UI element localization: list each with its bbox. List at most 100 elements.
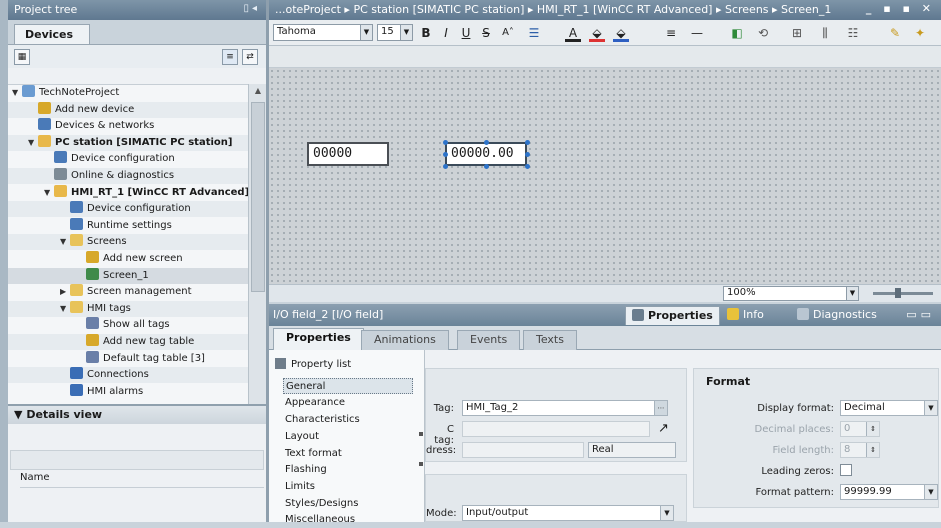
tab-devices[interactable]: Devices — [14, 24, 90, 44]
dropdown-arrow-icon[interactable]: ▼ — [660, 506, 673, 520]
font-size-select[interactable]: 15 ▼ — [377, 24, 413, 41]
line-style-icon[interactable]: — — [689, 24, 705, 42]
italic-icon[interactable]: I — [439, 24, 453, 42]
tree-item[interactable]: Runtime settings — [8, 217, 248, 234]
property-item-limits[interactable]: Limits — [283, 479, 413, 495]
line-color-icon[interactable]: ⬙ — [589, 24, 605, 42]
font-family-select[interactable]: Tahoma ▼ — [273, 24, 373, 41]
rotate-icon[interactable]: ⟲ — [755, 24, 771, 42]
editor-window-buttons[interactable]: _ ▪ ▪ ✕ — [866, 2, 935, 15]
expand-toggle-icon[interactable]: ▼ — [28, 135, 38, 151]
mode-select[interactable]: Input/output ▼ — [462, 505, 674, 521]
tree-item[interactable]: ▼ TechNoteProject — [8, 85, 248, 101]
resize-handle[interactable] — [525, 152, 530, 157]
scroll-up-icon[interactable]: ▲ — [252, 86, 264, 98]
tag-input[interactable]: HMI_Tag_2 ⋯ — [462, 400, 668, 416]
property-item-appearance[interactable]: Appearance — [283, 395, 413, 411]
format-painter-icon[interactable]: ✎ — [887, 24, 903, 42]
tree-item[interactable]: Add new screen — [8, 251, 248, 267]
tree-item[interactable]: ▼ Screens — [8, 234, 248, 251]
io-field-2[interactable]: 00000.00 — [445, 142, 527, 166]
tree-item[interactable]: ▼ HMI_RT_1 [WinCC RT Advanced] — [8, 184, 249, 201]
inspector-window-buttons[interactable]: ▭▭ — [906, 308, 935, 321]
collapse-arrow-icon[interactable] — [419, 432, 423, 436]
zoom-slider[interactable] — [873, 288, 933, 298]
display-format-select[interactable]: Decimal ▼ — [840, 400, 938, 416]
align-icon[interactable]: ☰ — [525, 24, 543, 42]
zoom-slider-knob[interactable] — [895, 288, 901, 298]
screen-editor-canvas[interactable]: 00000 00000.00 — [269, 68, 941, 284]
dropdown-arrow-icon[interactable]: ▼ — [924, 485, 937, 499]
expand-toggle-icon[interactable]: ▼ — [12, 85, 22, 101]
tab-properties[interactable]: Properties — [273, 328, 364, 350]
io-field-1[interactable]: 00000 — [307, 142, 389, 166]
tab-inspector-properties[interactable]: Properties — [625, 306, 720, 325]
breadcrumb-path[interactable]: ...oteProject ▸ PC station [SIMATIC PC s… — [275, 3, 831, 16]
tag-browse-icon[interactable]: ⋯ — [654, 401, 667, 415]
scroll-thumb[interactable] — [251, 102, 265, 292]
property-item-characteristics[interactable]: Characteristics — [283, 412, 413, 428]
project-tree-scrollbar[interactable]: ▲ — [248, 84, 266, 404]
property-item-miscellaneous[interactable]: Miscellaneous — [283, 512, 413, 528]
tab-events[interactable]: Events — [457, 330, 521, 350]
superscript-icon[interactable]: A˄ — [499, 24, 517, 42]
expand-toggle-icon[interactable]: ▶ — [60, 284, 70, 300]
same-size-icon[interactable]: ☷ — [845, 24, 861, 42]
tab-animations[interactable]: Animations — [361, 330, 449, 350]
font-color-icon[interactable]: A — [565, 24, 581, 42]
panel-pin-icon[interactable]: ▯◂ — [243, 3, 260, 14]
view-details-icon[interactable]: ⇄ — [242, 49, 258, 65]
underline-icon[interactable]: U — [459, 24, 473, 42]
tab-inspector-diagnostics[interactable]: Diagnostics — [791, 306, 883, 325]
tree-item[interactable]: Devices & networks — [8, 118, 248, 134]
tree-item[interactable]: Device configuration — [8, 201, 248, 218]
resize-handle[interactable] — [443, 164, 448, 169]
details-view-header[interactable]: ▼ Details view — [8, 404, 266, 424]
property-item-general[interactable]: General — [283, 378, 413, 394]
dropdown-arrow-icon[interactable]: ▼ — [360, 25, 372, 40]
align-objects-icon[interactable]: ⊞ — [789, 24, 805, 42]
bold-icon[interactable]: B — [419, 24, 433, 42]
property-item-text-format[interactable]: Text format — [283, 446, 413, 462]
tree-item[interactable]: Connections — [8, 367, 248, 384]
tree-item[interactable]: ▼ HMI tags — [8, 300, 248, 317]
strikethrough-icon[interactable]: S — [479, 24, 493, 42]
tree-item[interactable]: Show all tags — [8, 317, 248, 333]
format-pattern-select[interactable]: 99999.99 ▼ — [840, 484, 938, 500]
tree-item[interactable]: Add new tag table — [8, 334, 248, 350]
collapse-arrow-icon[interactable] — [419, 462, 423, 466]
distribute-icon[interactable]: ⫼ — [817, 24, 833, 42]
resize-handle[interactable] — [443, 140, 448, 145]
property-item-styles[interactable]: Styles/Designs — [283, 496, 413, 512]
tree-item[interactable]: Add new device — [8, 101, 248, 118]
tree-item[interactable]: ▼ PC station [SIMATIC PC station] — [8, 134, 248, 151]
tree-item[interactable]: Screen_1 — [8, 267, 248, 284]
leading-zeros-checkbox[interactable] — [840, 464, 852, 476]
property-item-flashing[interactable]: Flashing — [283, 462, 413, 478]
property-list-header[interactable]: Property list — [275, 358, 351, 370]
tree-item[interactable]: HMI alarms — [8, 383, 248, 400]
tree-item[interactable]: Online & diagnostics — [8, 168, 248, 184]
line-width-icon[interactable]: ≡ — [663, 24, 679, 42]
tab-inspector-info[interactable]: Info — [721, 306, 770, 325]
view-list-icon[interactable]: ≡ — [222, 49, 238, 65]
tree-item[interactable]: Device configuration — [8, 151, 248, 167]
expand-toggle-icon[interactable]: ▼ — [60, 301, 70, 317]
dropdown-arrow-icon[interactable]: ▼ — [400, 25, 412, 40]
resize-handle[interactable] — [484, 164, 489, 169]
dropdown-arrow-icon[interactable]: ▼ — [846, 287, 858, 300]
expand-toggle-icon[interactable]: ▼ — [60, 234, 70, 250]
style-icon[interactable]: ✦ — [911, 24, 929, 42]
device-overview-icon[interactable]: ▦ — [14, 49, 30, 65]
dropdown-arrow-icon[interactable]: ▼ — [924, 401, 937, 415]
goto-arrow-icon[interactable]: ↗ — [658, 421, 669, 436]
tree-item[interactable]: ▶ Screen management — [8, 284, 248, 300]
tab-texts[interactable]: Texts — [523, 330, 577, 350]
details-column-name[interactable]: Name — [20, 472, 264, 488]
zoom-select[interactable]: 100% ▼ — [723, 286, 859, 301]
resize-handle[interactable] — [443, 152, 448, 157]
resize-handle[interactable] — [525, 140, 530, 145]
property-item-layout[interactable]: Layout — [283, 429, 413, 445]
group-icon[interactable]: ◧ — [729, 24, 745, 42]
collapse-icon[interactable]: ▼ — [14, 408, 22, 421]
